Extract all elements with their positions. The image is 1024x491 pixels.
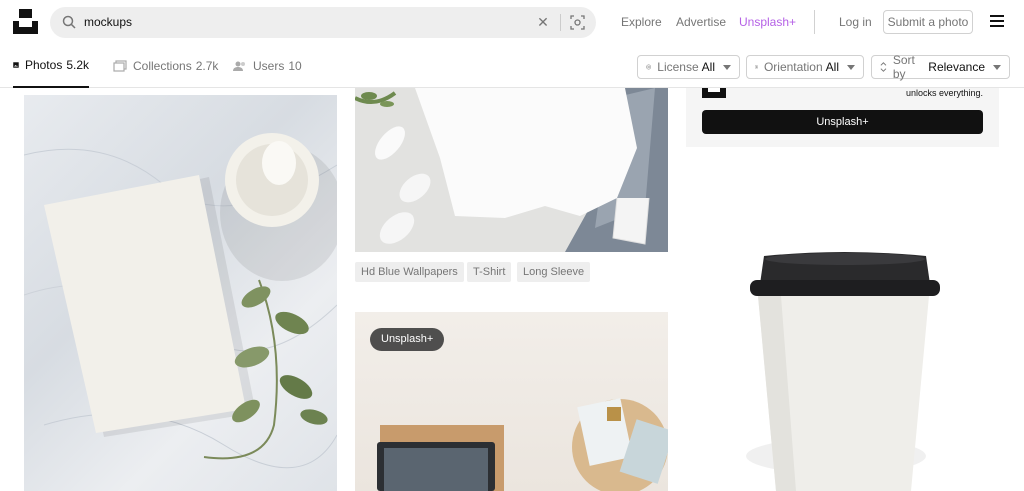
unsplash-plus-logo bbox=[702, 88, 726, 98]
submit-photo-button[interactable]: Submit a photo bbox=[883, 10, 973, 34]
nav-explore[interactable]: Explore bbox=[621, 15, 662, 29]
tab-label: Collections bbox=[133, 59, 192, 73]
filter-value: All bbox=[825, 60, 839, 74]
visual-search-icon[interactable] bbox=[570, 15, 585, 30]
photo-coffee-cup[interactable] bbox=[686, 156, 1024, 491]
hamburger-menu-icon[interactable] bbox=[990, 15, 1004, 27]
filter-value: All bbox=[701, 60, 715, 74]
search-divider bbox=[560, 14, 561, 31]
tab-collections[interactable]: Collections 2.7k bbox=[113, 44, 218, 88]
nav-advertise[interactable]: Advertise bbox=[676, 15, 726, 29]
page: mockups ✕ Explore Advertise Unsplash+ Lo… bbox=[0, 0, 1024, 491]
photo-icon bbox=[13, 62, 19, 68]
nav-divider bbox=[814, 10, 815, 34]
search-tabs-bar: Photos 5.2k Collections 2.7k Users 10 Li… bbox=[0, 44, 1024, 88]
search-bar[interactable]: mockups ✕ bbox=[50, 7, 596, 38]
unsplash-logo[interactable] bbox=[13, 9, 38, 34]
collections-icon bbox=[113, 60, 127, 72]
chevron-down-icon bbox=[723, 64, 731, 70]
sort-icon bbox=[880, 62, 887, 72]
tab-users[interactable]: Users 10 bbox=[233, 44, 302, 88]
filter-label: License bbox=[657, 60, 699, 74]
orientation-icon bbox=[755, 65, 758, 69]
chevron-down-icon bbox=[847, 64, 855, 70]
coffee-cup-image bbox=[746, 252, 940, 491]
tab-label: Photos bbox=[24, 58, 63, 72]
photo-white-sweatshirt[interactable] bbox=[355, 88, 668, 252]
users-icon bbox=[233, 61, 245, 71]
tag-chip[interactable]: T-Shirt bbox=[467, 262, 512, 282]
unsplash-plus-badge: Unsplash+ bbox=[370, 328, 445, 351]
filter-label: Sort by bbox=[892, 53, 915, 81]
filter-label: Orientation bbox=[763, 60, 823, 74]
top-header: mockups ✕ Explore Advertise Unsplash+ Lo… bbox=[0, 0, 1024, 44]
tag-chip[interactable]: Long Sleeve bbox=[517, 262, 591, 282]
tab-photos[interactable]: Photos 5.2k bbox=[13, 44, 89, 88]
clear-search-icon[interactable]: ✕ bbox=[536, 13, 550, 31]
unsplash-plus-button[interactable]: Unsplash+ bbox=[702, 110, 983, 134]
nav-unsplash-plus[interactable]: Unsplash+ bbox=[739, 15, 796, 29]
login-link[interactable]: Log in bbox=[839, 15, 872, 29]
filter-value: Relevance bbox=[928, 60, 985, 74]
search-icon bbox=[62, 15, 76, 29]
tab-count: 10 bbox=[288, 59, 302, 73]
tab-count: 2.7k bbox=[195, 59, 219, 73]
unsplash-plus-promo: unlocks everything. Unsplash+ bbox=[686, 88, 999, 147]
tag-chip[interactable]: Hd Blue Wallpapers bbox=[355, 262, 464, 282]
promo-text: unlocks everything. bbox=[905, 88, 983, 98]
search-input[interactable]: mockups bbox=[84, 15, 132, 29]
tab-label: Users bbox=[253, 59, 285, 73]
orientation-filter[interactable]: Orientation All bbox=[746, 55, 864, 79]
sort-filter[interactable]: Sort by Relevance bbox=[871, 53, 1010, 81]
photo-paper-mockup[interactable] bbox=[24, 95, 337, 491]
sweatshirt-image bbox=[355, 88, 668, 252]
tab-count: 5.2k bbox=[66, 58, 89, 72]
chevron-down-icon bbox=[993, 64, 1001, 70]
license-icon bbox=[646, 64, 652, 70]
paper-mockup-image bbox=[24, 133, 337, 469]
license-filter[interactable]: License All bbox=[637, 55, 740, 79]
